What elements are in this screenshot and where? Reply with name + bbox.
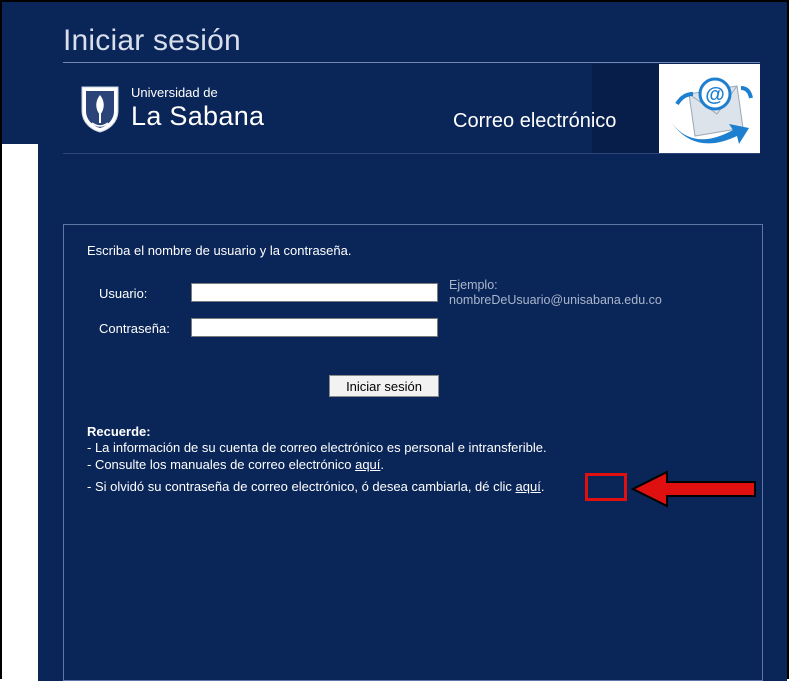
reminder-line-3-text: - Si olvidó su contraseña de correo elec… (87, 479, 516, 494)
university-name-large: La Sabana (131, 101, 265, 131)
password-input[interactable] (191, 318, 438, 337)
reminder-line-3-end: . (540, 479, 545, 494)
manuals-link[interactable]: aquí (355, 457, 380, 472)
reminder-title: Recuerde: (87, 424, 151, 439)
header-divider (63, 62, 760, 63)
page-title: Iniciar sesión (63, 24, 241, 57)
instructions-text: Escriba el nombre de usuario y la contra… (87, 243, 352, 258)
svg-text:@: @ (705, 84, 725, 106)
reminder-line-3: - Si olvidó su contraseña de correo elec… (87, 479, 544, 494)
username-label: Usuario: (99, 286, 148, 301)
email-at-icon: @ (671, 77, 753, 144)
password-reset-link[interactable]: aquí (516, 479, 541, 494)
login-submit-button[interactable]: Iniciar sesión (329, 375, 439, 397)
left-margin (2, 144, 38, 681)
username-hint-example: Ejemplo: (449, 278, 498, 292)
red-arrow-icon (631, 470, 756, 508)
reminder-line-2-text: - Consulte los manuales de correo electr… (87, 457, 356, 472)
username-hint-format: nombreDeUsuario@unisabana.edu.co (449, 293, 662, 307)
reminder-line-2-end: . (380, 457, 385, 472)
reminder-line-2: - Consulte los manuales de correo electr… (87, 457, 384, 472)
service-title: Correo electrónico (453, 110, 617, 132)
username-input[interactable] (191, 283, 438, 302)
password-label: Contraseña: (99, 321, 170, 336)
reminder-line-1: - La información de su cuenta de correo … (87, 440, 547, 455)
link-highlight-box (585, 473, 627, 501)
university-shield-icon (81, 86, 119, 133)
mail-icon-container: @ (659, 64, 760, 153)
university-name-small: Universidad de (131, 85, 218, 100)
